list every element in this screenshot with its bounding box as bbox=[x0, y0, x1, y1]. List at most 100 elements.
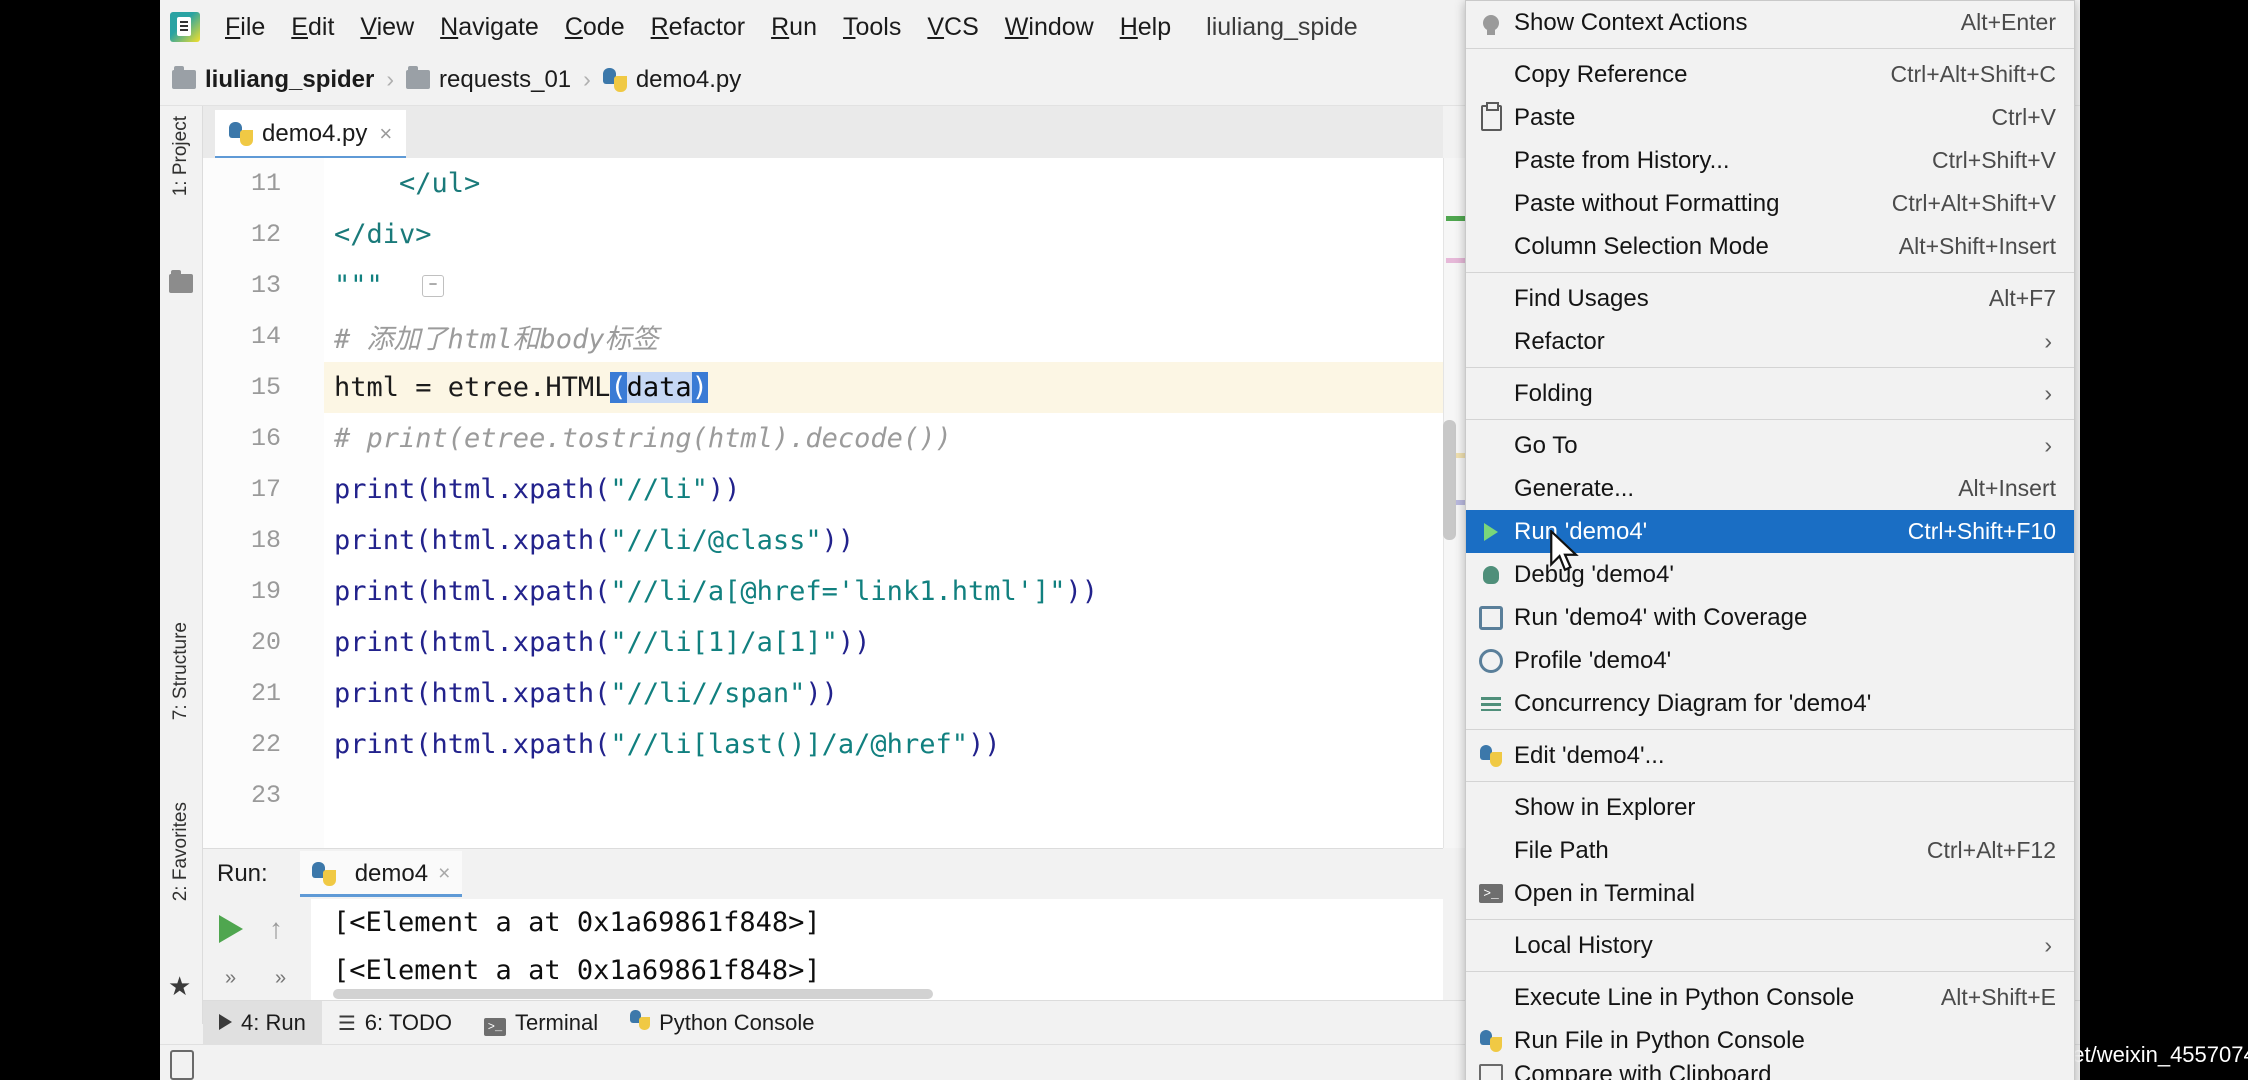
star-icon[interactable]: ★ bbox=[168, 971, 191, 1002]
code-line[interactable]: 22print(html.xpath("//li[last()]/a/@href… bbox=[324, 719, 1443, 770]
line-number: 15 bbox=[203, 373, 281, 402]
menu-code[interactable]: Code bbox=[565, 13, 625, 42]
menu-item-label: Profile 'demo4' bbox=[1514, 647, 1671, 675]
code-line[interactable]: 18print(html.xpath("//li/@class")) bbox=[324, 515, 1443, 566]
code-line[interactable]: 11 </ul> bbox=[324, 158, 1443, 209]
status-button-4-run[interactable]: 4: Run bbox=[203, 1001, 322, 1045]
menu-item-local-history[interactable]: Local History› bbox=[1466, 924, 2074, 967]
menu-item-find-usages[interactable]: Find UsagesAlt+F7 bbox=[1466, 277, 2074, 320]
menu-window[interactable]: Window bbox=[1005, 13, 1094, 42]
menu-item-profile-demo4[interactable]: Profile 'demo4' bbox=[1466, 639, 2074, 682]
close-icon[interactable]: × bbox=[438, 862, 450, 886]
code-line[interactable]: 17print(html.xpath("//li")) bbox=[324, 464, 1443, 515]
menu-item-edit-demo4[interactable]: Edit 'demo4'... bbox=[1466, 734, 2074, 777]
menu-separator bbox=[1466, 971, 2074, 972]
menu-item-run-demo4-with-coverage[interactable]: Run 'demo4' with Coverage bbox=[1466, 596, 2074, 639]
menu-run[interactable]: Run bbox=[771, 13, 817, 42]
status-button-label: Python Console bbox=[659, 1010, 814, 1036]
menu-item-refactor[interactable]: Refactor› bbox=[1466, 320, 2074, 363]
menu-item-folding[interactable]: Folding› bbox=[1466, 372, 2074, 415]
more-left-icon[interactable]: » bbox=[225, 967, 236, 990]
code-line[interactable]: 13"""− bbox=[324, 260, 1443, 311]
menu-file[interactable]: File bbox=[225, 13, 265, 42]
menu-item-label: Execute Line in Python Console bbox=[1514, 984, 1854, 1012]
code-line[interactable]: 12</div> bbox=[324, 209, 1443, 260]
status-button-python-console[interactable]: Python Console bbox=[614, 1001, 830, 1045]
menu-item-column-selection-mode[interactable]: Column Selection ModeAlt+Shift+Insert bbox=[1466, 225, 2074, 268]
menu-item-paste-without-formatting[interactable]: Paste without FormattingCtrl+Alt+Shift+V bbox=[1466, 182, 2074, 225]
menu-item-run-file-in-python-console[interactable]: Run File in Python Console bbox=[1466, 1019, 2074, 1062]
code-line[interactable]: 15html = etree.HTML(data) bbox=[324, 362, 1443, 413]
menu-item-open-in-terminal[interactable]: >_Open in Terminal bbox=[1466, 872, 2074, 915]
code-line[interactable]: 23 bbox=[324, 770, 1443, 821]
screenshot-root: File Edit View Navigate Code Refactor Run Tools… bbox=[0, 0, 2248, 1080]
line-number: 17 bbox=[203, 475, 281, 504]
close-icon[interactable]: × bbox=[379, 121, 392, 147]
line-number: 11 bbox=[203, 169, 281, 198]
menu-tools[interactable]: Tools bbox=[843, 13, 901, 42]
arrow-up-icon[interactable]: ↑ bbox=[269, 913, 283, 945]
menu-item-paste[interactable]: PasteCtrl+V bbox=[1466, 96, 2074, 139]
editor-scrollbar-thumb[interactable] bbox=[1443, 420, 1456, 540]
breadcrumb-separator: › bbox=[386, 66, 394, 93]
mouse-pointer-icon bbox=[1548, 530, 1582, 574]
more-right-icon[interactable]: » bbox=[275, 967, 286, 990]
console-horizontal-scrollbar[interactable] bbox=[333, 989, 933, 999]
status-button-6-todo[interactable]: ☰6: TODO bbox=[322, 1001, 468, 1045]
menu-item-compare-with-clipboard[interactable]: Compare with Clipboard bbox=[1466, 1062, 2074, 1080]
fold-marker-icon[interactable]: − bbox=[422, 275, 444, 297]
menu-view[interactable]: View bbox=[360, 13, 414, 42]
menu-item-label: Find Usages bbox=[1514, 285, 1649, 313]
breadcrumb-item-folder[interactable]: requests_01 bbox=[406, 66, 571, 94]
menu-item-generate[interactable]: Generate...Alt+Insert bbox=[1466, 467, 2074, 510]
profile-icon bbox=[1476, 646, 1506, 676]
code-text: print(html.xpath("//li/a[@href='link1.ht… bbox=[324, 576, 1098, 607]
menu-item-paste-from-history[interactable]: Paste from History...Ctrl+Shift+V bbox=[1466, 139, 2074, 182]
code-line[interactable]: 21print(html.xpath("//li//span")) bbox=[324, 668, 1443, 719]
breadcrumb-item-file[interactable]: demo4.py bbox=[603, 66, 741, 94]
run-green-icon bbox=[1476, 517, 1506, 547]
code-line[interactable]: 20print(html.xpath("//li[1]/a[1]")) bbox=[324, 617, 1443, 668]
run-console-output[interactable]: [<Element a at 0x1a69861f848>][<Element … bbox=[311, 899, 1443, 1001]
code-lines[interactable]: 11 </ul>12</div>13"""−14# 添加了html和body标签… bbox=[324, 158, 1443, 848]
menu-help[interactable]: Help bbox=[1120, 13, 1171, 42]
menu-item-execute-line-in-python-console[interactable]: Execute Line in Python ConsoleAlt+Shift+… bbox=[1466, 976, 2074, 1019]
play-icon[interactable] bbox=[219, 915, 243, 943]
menu-item-shortcut: Ctrl+Alt+Shift+C bbox=[1890, 61, 2056, 88]
editor-tab-demo4[interactable]: demo4.py × bbox=[215, 110, 406, 158]
folder-icon[interactable] bbox=[169, 274, 193, 293]
pycharm-window: File Edit View Navigate Code Refactor Run Tools… bbox=[160, 0, 2080, 1080]
menu-item-show-context-actions[interactable]: Show Context ActionsAlt+Enter bbox=[1466, 1, 2074, 44]
status-button-terminal[interactable]: >_Terminal bbox=[468, 1001, 614, 1045]
line-number: 14 bbox=[203, 322, 281, 351]
editor-tab-row: demo4.py × bbox=[203, 106, 1443, 158]
sidebar-item-structure[interactable]: 7: Structure bbox=[160, 616, 202, 726]
menu-item-file-path[interactable]: File PathCtrl+Alt+F12 bbox=[1466, 829, 2074, 872]
menu-separator bbox=[1466, 367, 2074, 368]
menu-item-label: Show Context Actions bbox=[1514, 9, 1747, 37]
menu-item-show-in-explorer[interactable]: Show in Explorer bbox=[1466, 786, 2074, 829]
menu-separator bbox=[1466, 729, 2074, 730]
structure-tab-label: 7: Structure bbox=[170, 622, 192, 720]
menu-vcs[interactable]: VCS bbox=[927, 13, 978, 42]
menu-item-go-to[interactable]: Go To› bbox=[1466, 424, 2074, 467]
menu-separator bbox=[1466, 272, 2074, 273]
device-icon[interactable] bbox=[170, 1050, 194, 1080]
menu-item-label: Folding bbox=[1514, 380, 1593, 408]
breadcrumb-item-project[interactable]: liuliang_spider bbox=[172, 66, 374, 94]
code-line[interactable]: 14# 添加了html和body标签 bbox=[324, 311, 1443, 362]
menu-item-copy-reference[interactable]: Copy ReferenceCtrl+Alt+Shift+C bbox=[1466, 53, 2074, 96]
code-line[interactable]: 16# print(etree.tostring(html).decode()) bbox=[324, 413, 1443, 464]
code-editor[interactable]: 11 </ul>12</div>13"""−14# 添加了html和body标签… bbox=[203, 158, 1443, 848]
menu-navigate[interactable]: Navigate bbox=[440, 13, 539, 42]
watermark-url: net/weixin_45570742 bbox=[2060, 1042, 2248, 1068]
list-icon: ☰ bbox=[338, 1010, 356, 1036]
line-number: 12 bbox=[203, 220, 281, 249]
sidebar-item-favorites[interactable]: 2: Favorites bbox=[160, 796, 202, 907]
menu-refactor[interactable]: Refactor bbox=[651, 13, 746, 42]
menu-edit[interactable]: Edit bbox=[291, 13, 334, 42]
sidebar-item-project[interactable]: 1: Project bbox=[160, 110, 202, 202]
menu-item-concurrency-diagram-for-demo4[interactable]: Concurrency Diagram for 'demo4' bbox=[1466, 682, 2074, 725]
code-line[interactable]: 19print(html.xpath("//li/a[@href='link1.… bbox=[324, 566, 1443, 617]
run-tab-demo4[interactable]: demo4 × bbox=[300, 851, 463, 897]
